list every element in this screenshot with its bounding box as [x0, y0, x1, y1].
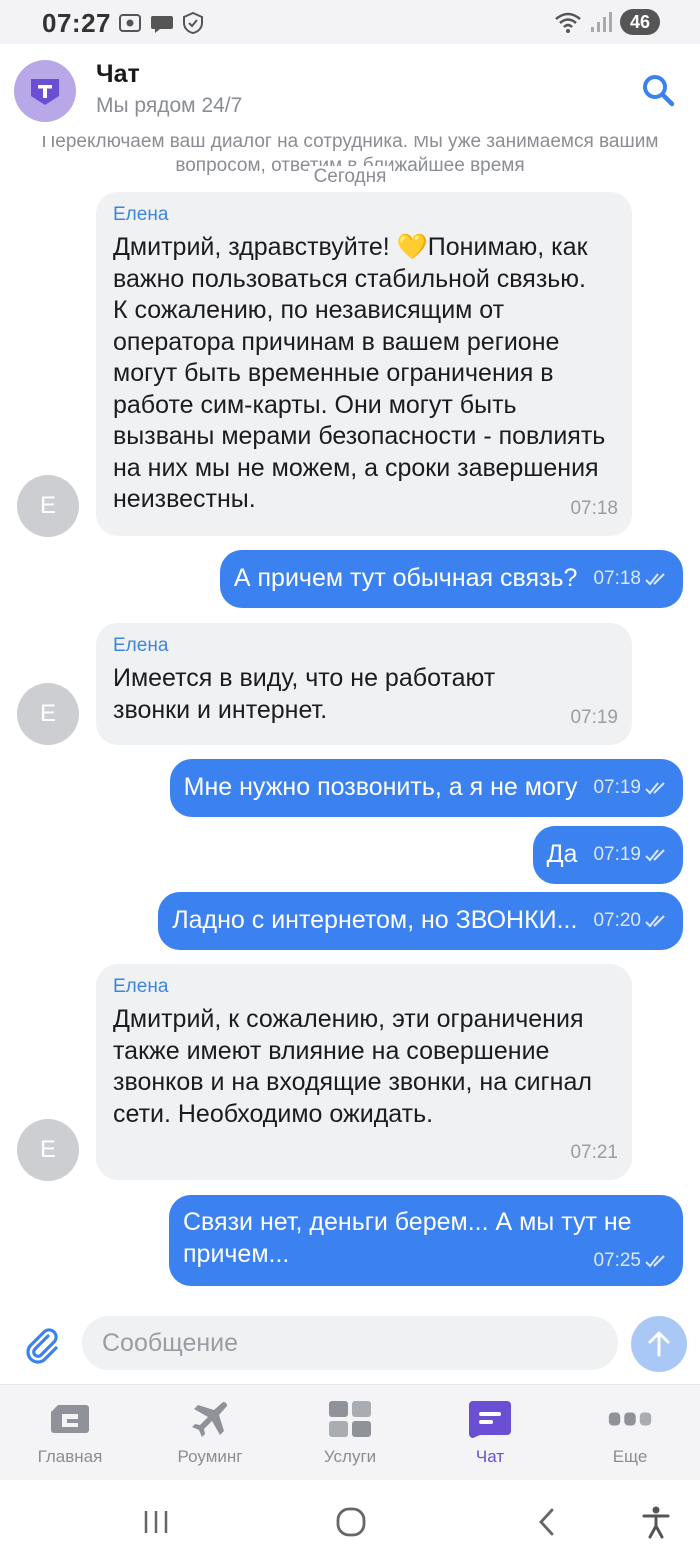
message-time-status: 07:19 [593, 844, 669, 866]
send-button[interactable] [631, 1316, 687, 1372]
airplane-icon [188, 1399, 232, 1439]
message-time-status: 07:18 [593, 568, 669, 590]
back-button[interactable] [527, 1502, 567, 1542]
home-card-icon [48, 1399, 92, 1439]
outgoing-message[interactable]: Мне нужно позвонить, а я не могу 07:19 [169, 759, 683, 817]
status-bar: 07:27 46 [0, 0, 700, 44]
message-author: Елена [113, 635, 169, 656]
message-text: Да [546, 840, 578, 869]
message-input[interactable] [82, 1316, 618, 1370]
recent-apps-button[interactable] [136, 1502, 176, 1542]
message-text: Дмитрий, здравствуйте! 💛Понимаю, как важ… [113, 233, 606, 513]
double-check-icon [645, 782, 665, 795]
wifi-icon [555, 12, 581, 33]
double-check-icon [645, 915, 665, 928]
outgoing-message[interactable]: А причем тут обычная связь? 07:18 [219, 550, 683, 608]
message-author: Елена [113, 976, 169, 997]
message-time: 07:18 [570, 498, 618, 519]
tele2-shield-logo-icon [31, 79, 59, 105]
recent-apps-icon [144, 1511, 168, 1533]
chat-header: Чат Мы рядом 24/7 [0, 44, 700, 136]
attach-button[interactable] [22, 1324, 62, 1364]
accessibility-button[interactable] [636, 1502, 676, 1542]
screenshot-icon [119, 14, 141, 32]
search-icon [643, 75, 675, 107]
message-composer [0, 1304, 700, 1384]
outgoing-message[interactable]: Да 07:19 [532, 826, 683, 884]
tab-label: Еще [612, 1447, 648, 1466]
more-icon [608, 1399, 652, 1439]
back-chevron-icon [539, 1508, 554, 1536]
paperclip-icon [26, 1328, 58, 1364]
message-time-status: 07:20 [593, 910, 669, 932]
author-avatar[interactable]: Е [17, 1119, 79, 1181]
message-time: 07:19 [593, 844, 641, 865]
operator-logo-avatar [14, 60, 76, 122]
message-time: 07:19 [593, 777, 641, 798]
status-notification-icons [118, 12, 204, 34]
tab-more[interactable]: Еще [560, 1385, 700, 1481]
signal-icon [591, 12, 612, 32]
status-right-icons: 46 [554, 9, 660, 35]
tab-label: Роуминг [177, 1447, 243, 1466]
incoming-message[interactable]: Елена Дмитрий, к сожалению, эти ограниче… [96, 964, 632, 1180]
status-time: 07:27 [42, 8, 111, 38]
tab-label: Услуги [323, 1447, 377, 1466]
message-time: 07:20 [593, 910, 641, 931]
shield-check-icon [183, 12, 203, 34]
message-time-status: 07:25 [593, 1250, 669, 1272]
author-avatar[interactable]: Е [17, 475, 79, 537]
message-text: Мне нужно позвонить, а я не могу [183, 773, 578, 802]
message-text: Ладно с интернетом, но ЗВОНКИ... [172, 906, 578, 935]
tab-home[interactable]: Главная [0, 1385, 140, 1481]
tab-chat[interactable]: Чат [420, 1385, 560, 1481]
author-avatar[interactable]: Е [17, 683, 79, 745]
home-circle-icon [336, 1507, 366, 1537]
double-check-icon [645, 849, 665, 862]
chat-icon [468, 1399, 512, 1439]
tab-label: Чат [475, 1447, 505, 1466]
date-separator-label: Сегодня [307, 166, 393, 188]
bottom-tab-bar: Главная Роуминг Услуги Чат Еще [0, 1384, 700, 1480]
tab-services[interactable]: Услуги [280, 1385, 420, 1481]
message-text: Имеется в виду, что не работают звонки и… [113, 664, 496, 724]
tab-label: Главная [37, 1447, 103, 1466]
message-time: 07:18 [593, 568, 641, 589]
outgoing-message[interactable]: Ладно с интернетом, но ЗВОНКИ... 07:20 [158, 892, 683, 950]
message-author: Елена [113, 204, 169, 225]
home-button[interactable] [331, 1502, 371, 1542]
double-check-icon [645, 573, 665, 586]
message-text: Дмитрий, к сожалению, эти ограничения та… [113, 1005, 592, 1128]
arrow-up-icon [648, 1331, 670, 1357]
date-separator: Сегодня [0, 166, 700, 188]
message-time: 07:25 [593, 1250, 641, 1271]
system-navigation-bar [0, 1480, 700, 1561]
double-check-icon [645, 1255, 665, 1268]
message-time-status: 07:19 [593, 777, 669, 799]
incoming-message[interactable]: Елена Дмитрий, здравствуйте! 💛Понимаю, к… [96, 192, 632, 536]
outgoing-message[interactable]: Связи нет, деньги берем... А мы тут не п… [169, 1195, 683, 1286]
search-button[interactable] [640, 72, 676, 108]
accessibility-icon [642, 1506, 670, 1539]
message-time: 07:21 [570, 1142, 618, 1163]
screen: 07:27 46 Чат Мы рядом 24/7 Переключаем в… [0, 0, 700, 1561]
message-bubble-icon [151, 16, 173, 33]
battery-indicator: 46 [620, 9, 660, 35]
chat-subtitle: Мы рядом 24/7 [96, 94, 243, 117]
chat-messages-area[interactable]: Переключаем ваш диалог на сотрудника. Мы… [0, 136, 700, 1304]
grid-icon [328, 1399, 372, 1439]
chat-title: Чат [96, 60, 140, 88]
message-text: А причем тут обычная связь? [233, 564, 578, 593]
tab-roaming[interactable]: Роуминг [140, 1385, 280, 1481]
incoming-message[interactable]: Елена Имеется в виду, что не работают зв… [96, 623, 632, 745]
message-time: 07:19 [570, 707, 618, 728]
